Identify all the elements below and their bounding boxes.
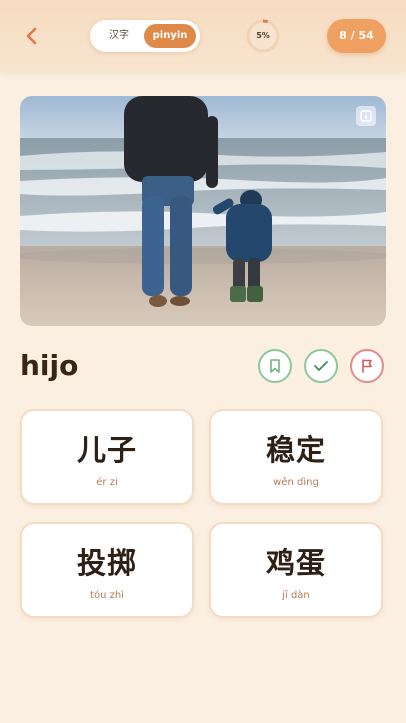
choice-card[interactable]: 投掷 tóu zhì xyxy=(20,522,194,618)
choice-hanzi: 投掷 xyxy=(76,546,137,580)
choice-pinyin: ér zi xyxy=(96,477,118,488)
progress-ring: 5% xyxy=(246,19,280,53)
chevron-left-icon xyxy=(26,27,37,45)
word-photo xyxy=(20,96,386,326)
check-icon xyxy=(314,361,328,371)
back-button[interactable] xyxy=(20,24,44,48)
choice-pinyin: tóu zhì xyxy=(90,590,124,601)
info-icon xyxy=(360,110,372,122)
toggle-pinyin[interactable]: pinyin xyxy=(144,24,196,48)
info-button[interactable] xyxy=(356,106,376,126)
choice-card[interactable]: 鸡蛋 jī dàn xyxy=(209,522,383,618)
progress-label: 5% xyxy=(256,31,270,40)
toggle-hanzi[interactable]: 汉字 xyxy=(94,24,144,48)
choice-card[interactable]: 儿子 ér zi xyxy=(20,409,194,505)
choice-hanzi: 稳定 xyxy=(265,433,326,467)
choice-pinyin: jī dàn xyxy=(282,590,310,601)
script-toggle: 汉字 pinyin xyxy=(90,20,200,52)
bookmark-icon xyxy=(270,359,280,373)
flag-icon xyxy=(362,359,372,373)
bookmark-button[interactable] xyxy=(258,349,292,383)
choice-hanzi: 儿子 xyxy=(76,433,137,467)
top-bar: 汉字 pinyin 5% 8 / 54 xyxy=(0,0,406,72)
target-word: hijo xyxy=(20,349,79,382)
card-counter: 8 / 54 xyxy=(327,19,386,53)
mark-known-button[interactable] xyxy=(304,349,338,383)
choice-pinyin: wěn dìng xyxy=(273,477,319,488)
choice-card[interactable]: 稳定 wěn dìng xyxy=(209,409,383,505)
choice-hanzi: 鸡蛋 xyxy=(265,546,326,580)
flag-button[interactable] xyxy=(350,349,384,383)
